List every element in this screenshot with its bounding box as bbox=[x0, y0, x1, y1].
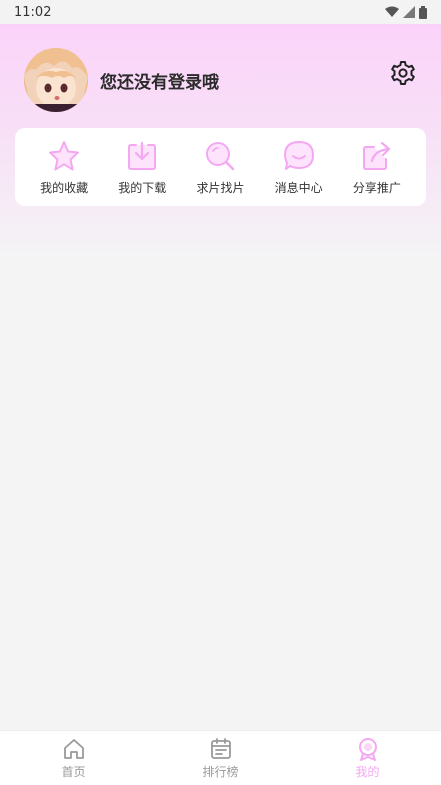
quick-action-label: 我的下载 bbox=[118, 180, 167, 195]
quick-action-request[interactable]: 求片找片 bbox=[184, 139, 256, 196]
search-icon bbox=[206, 141, 235, 170]
bottom-nav: 首页 排行榜 我的 bbox=[0, 730, 441, 785]
profile-header[interactable]: 您还没有登录哦 bbox=[24, 48, 219, 112]
nav-tab-label: 我的 bbox=[355, 764, 380, 779]
quick-action-label: 消息中心 bbox=[274, 180, 323, 195]
status-icons bbox=[385, 5, 427, 19]
star-icon bbox=[49, 140, 80, 170]
avatar[interactable] bbox=[24, 48, 88, 112]
battery-icon bbox=[419, 5, 427, 19]
wifi-icon bbox=[385, 6, 399, 17]
message-icon bbox=[283, 140, 314, 170]
settings-gear-icon[interactable] bbox=[390, 60, 416, 86]
quick-action-label: 求片找片 bbox=[196, 180, 245, 195]
signal-icon bbox=[403, 6, 415, 18]
nav-tab-label: 首页 bbox=[61, 764, 86, 779]
quick-actions-card: 我的收藏 我的下载 求片找片 消息中心 分享推广 bbox=[15, 128, 426, 206]
download-icon bbox=[128, 141, 157, 170]
nav-tab-home[interactable]: 首页 bbox=[29, 737, 119, 780]
quick-action-label: 分享推广 bbox=[352, 180, 401, 195]
quick-action-label: 我的收藏 bbox=[40, 180, 89, 195]
quick-action-favorites[interactable]: 我的收藏 bbox=[28, 139, 100, 196]
quick-action-messages[interactable]: 消息中心 bbox=[263, 139, 335, 196]
login-prompt[interactable]: 您还没有登录哦 bbox=[100, 68, 219, 93]
profile-badge-icon bbox=[358, 737, 377, 761]
nav-tab-label: 排行榜 bbox=[202, 764, 239, 779]
quick-action-share[interactable]: 分享推广 bbox=[341, 139, 413, 196]
nav-tab-mine[interactable]: 我的 bbox=[323, 737, 413, 780]
share-icon bbox=[362, 141, 390, 170]
quick-action-downloads[interactable]: 我的下载 bbox=[106, 139, 178, 196]
status-time: 11:02 bbox=[14, 4, 52, 20]
calendar-icon bbox=[210, 737, 231, 759]
status-bar: 11:02 bbox=[0, 0, 441, 24]
home-icon bbox=[63, 738, 84, 759]
nav-tab-ranking[interactable]: 排行榜 bbox=[176, 737, 266, 780]
